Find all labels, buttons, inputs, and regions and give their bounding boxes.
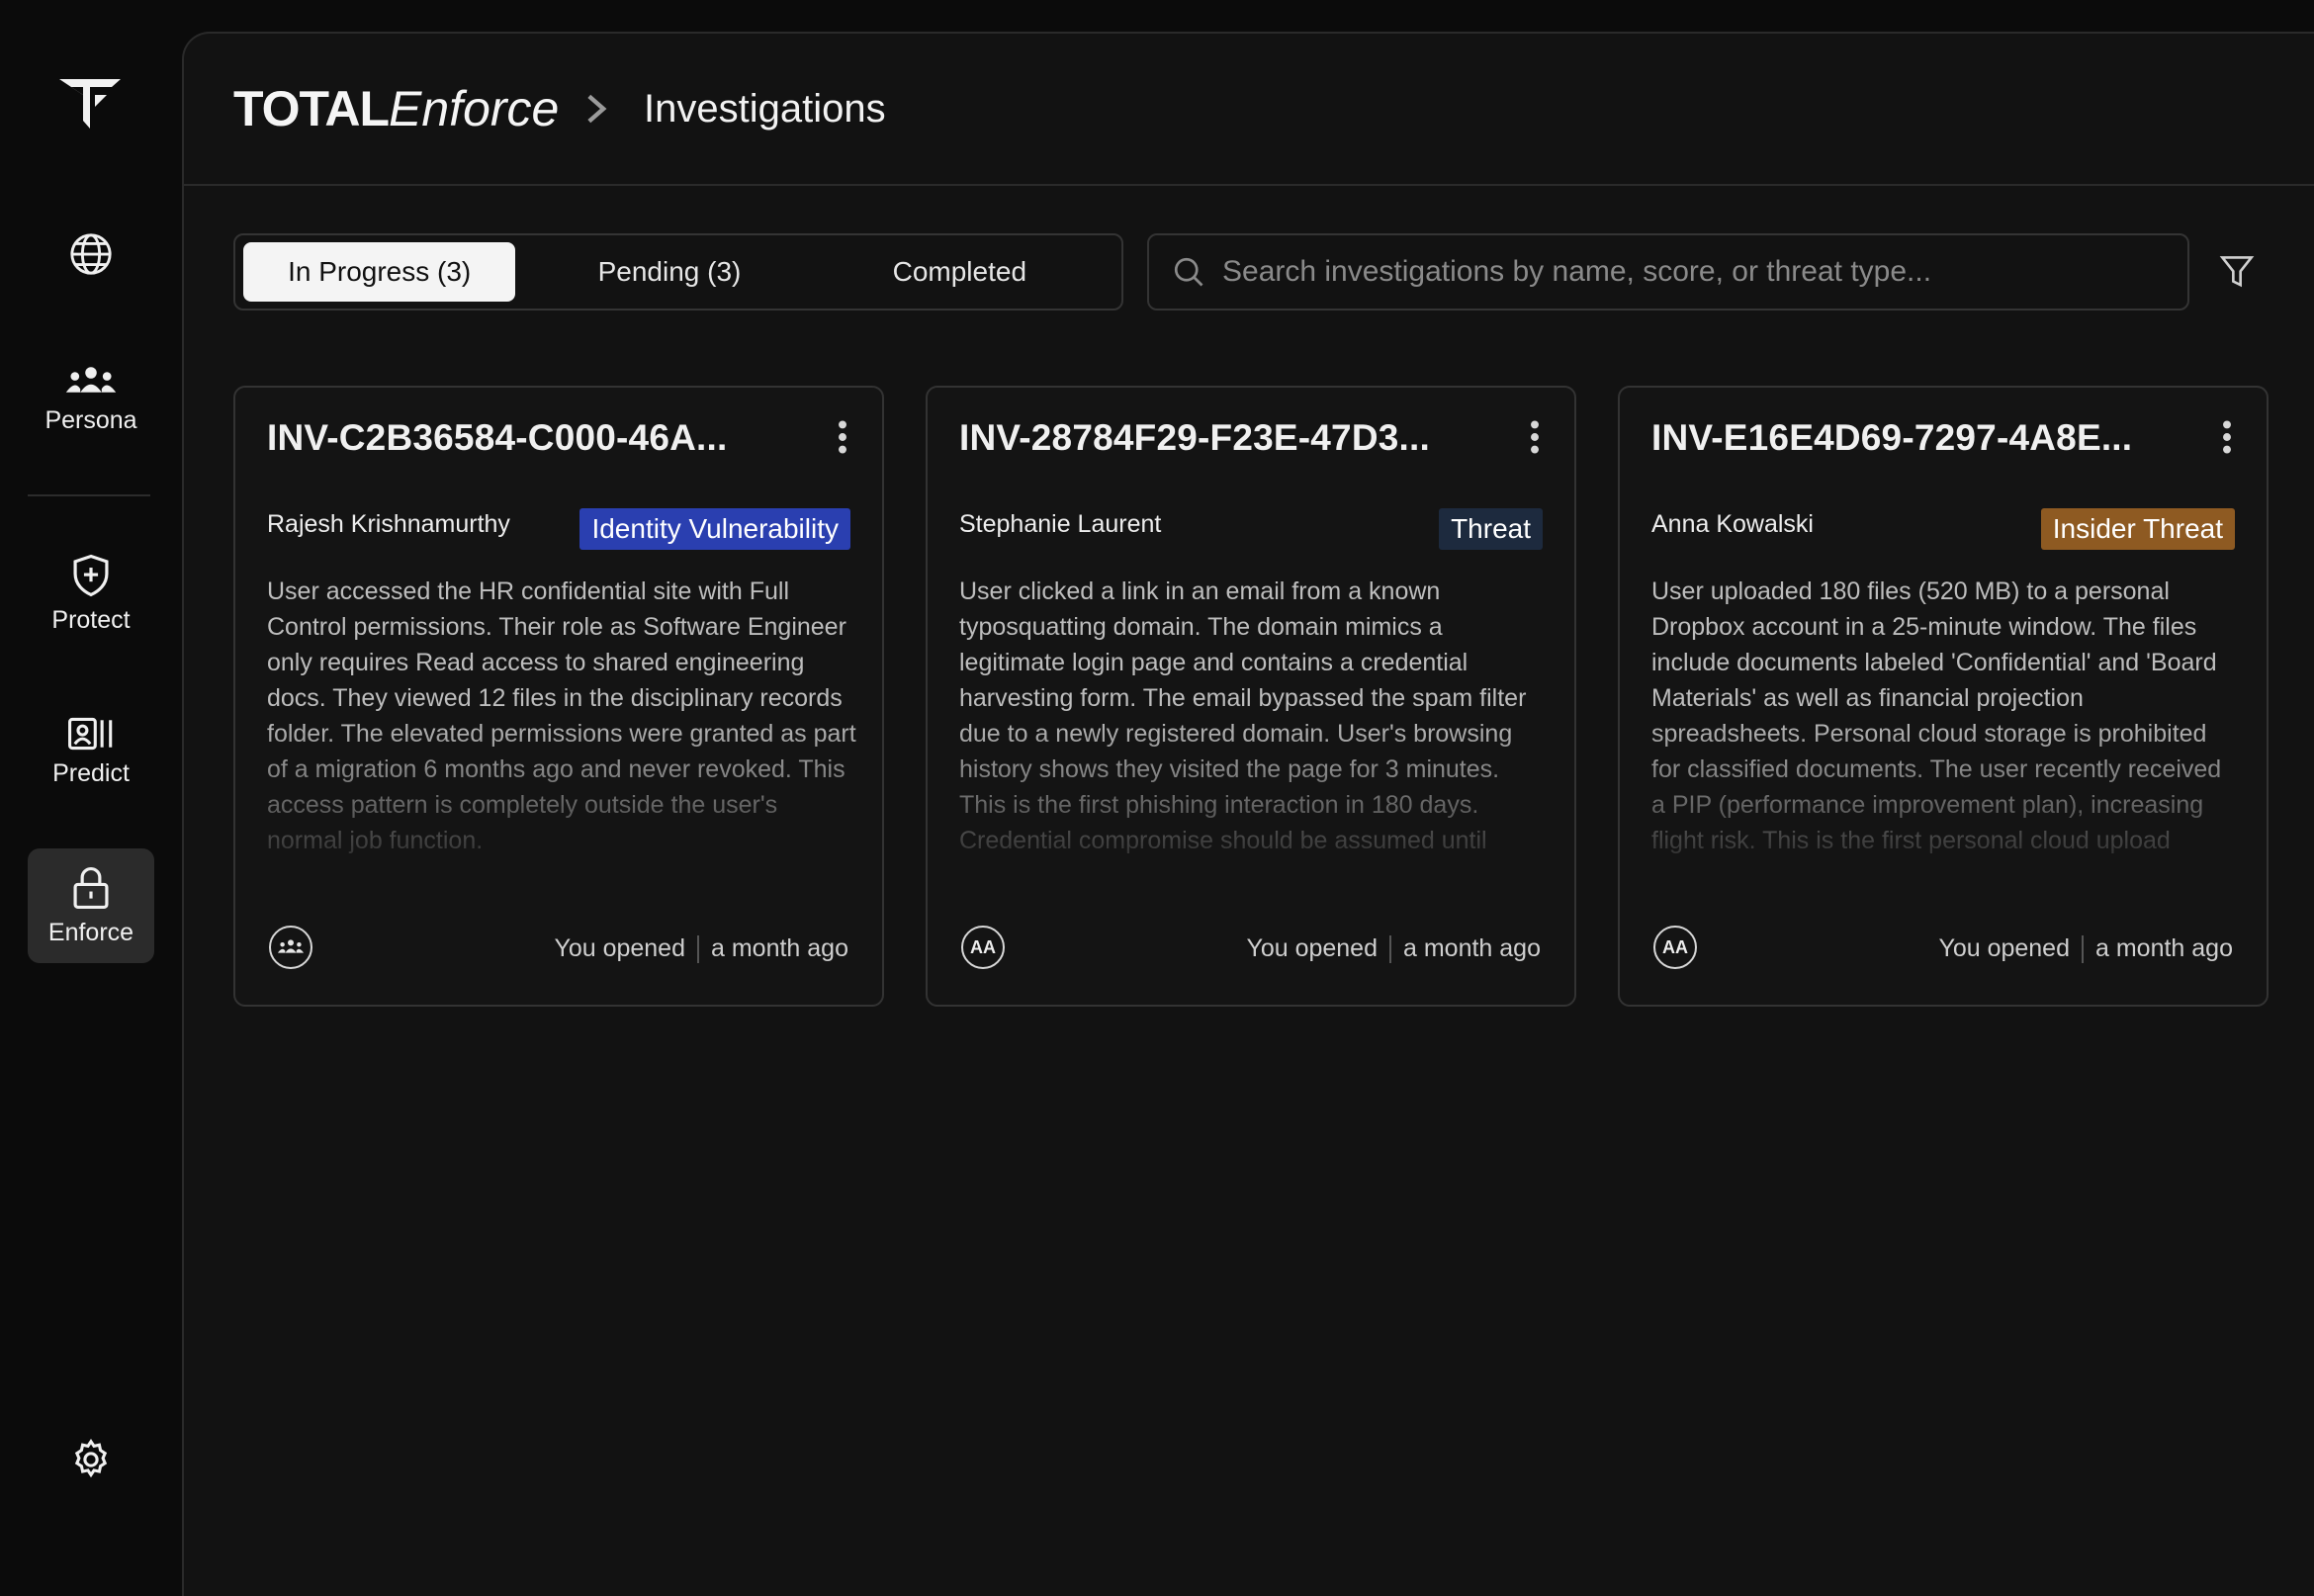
sidebar-divider	[28, 494, 150, 496]
threat-type-badge: Insider Threat	[2040, 508, 2235, 550]
header: TOTALEnforce Investigations	[184, 34, 2314, 186]
brand-title-bold: TOTAL	[233, 81, 390, 136]
sidebar-item-label: Enforce	[47, 918, 134, 946]
user-name: Rajesh Krishnamurthy	[267, 510, 510, 538]
id-badge-icon	[68, 717, 113, 750]
sidebar-item-protect[interactable]: Protect	[28, 546, 154, 641]
shield-plus-icon	[73, 554, 109, 596]
tab-pending[interactable]: Pending (3)	[533, 242, 805, 302]
investigation-id[interactable]: INV-C2B36584-C000-46A...	[267, 417, 727, 459]
search-icon	[1174, 257, 1203, 287]
brand-title[interactable]: TOTALEnforce	[233, 79, 559, 138]
opened-label: You opened	[1938, 934, 2070, 962]
investigation-description: User accessed the HR confidential site w…	[267, 577, 856, 854]
more-options-icon[interactable]	[1529, 419, 1541, 455]
investigation-description: User clicked a link in an email from a k…	[959, 577, 1527, 866]
more-options-icon[interactable]	[837, 419, 848, 455]
sidebar: Persona Protect Predict Enforce	[0, 0, 182, 1568]
sidebar-item-globe[interactable]	[28, 223, 154, 285]
sidebar-item-label: Predict	[52, 758, 130, 787]
opened-label: You opened	[554, 934, 685, 962]
search-input[interactable]	[1220, 254, 2187, 290]
investigation-description: User uploaded 180 files (520 MB) to a pe…	[1651, 577, 2222, 866]
sidebar-item-label: Protect	[51, 605, 131, 634]
opened-time: a month ago	[2095, 934, 2233, 962]
tab-in-progress[interactable]: In Progress (3)	[243, 242, 516, 302]
gear-icon	[74, 1439, 108, 1478]
filter-icon[interactable]	[2219, 253, 2255, 291]
main-panel: TOTALEnforce Investigations In Progress …	[182, 32, 2314, 1596]
card-meta: You opened a month ago	[1246, 934, 1541, 963]
status-tabs: In Progress (3) Pending (3) Completed	[233, 233, 1123, 310]
app-logo-icon[interactable]	[57, 75, 123, 133]
investigation-card[interactable]: INV-E16E4D69-7297-4A8E... Anna Kowalski …	[1618, 386, 2269, 1007]
user-name: Anna Kowalski	[1651, 510, 1814, 538]
avatar: AA	[1653, 926, 1697, 969]
chevron-right-icon	[587, 94, 607, 124]
user-name: Stephanie Laurent	[959, 510, 1162, 538]
tab-completed[interactable]: Completed	[824, 242, 1096, 302]
globe-icon	[70, 233, 112, 275]
avatar: AA	[961, 926, 1005, 969]
threat-type-badge: Identity Vulnerability	[579, 508, 850, 550]
brand-title-italic: Enforce	[389, 81, 560, 136]
lock-icon	[73, 866, 109, 909]
sidebar-item-enforce[interactable]: Enforce	[28, 848, 154, 963]
investigation-id[interactable]: INV-E16E4D69-7297-4A8E...	[1651, 417, 2132, 459]
meta-divider	[2082, 934, 2084, 963]
opened-time: a month ago	[1403, 934, 1541, 962]
more-options-icon[interactable]	[2221, 419, 2233, 455]
meta-divider	[1389, 934, 1391, 963]
page-title: Investigations	[644, 87, 886, 131]
opened-time: a month ago	[711, 934, 848, 962]
card-meta: You opened a month ago	[554, 934, 848, 963]
sidebar-item-persona[interactable]: Persona	[28, 352, 154, 447]
card-meta: You opened a month ago	[1938, 934, 2233, 963]
sidebar-item-predict[interactable]: Predict	[28, 704, 154, 799]
sidebar-item-label: Persona	[44, 405, 137, 434]
investigation-id[interactable]: INV-28784F29-F23E-47D3...	[959, 417, 1430, 459]
users-icon	[65, 366, 117, 393]
investigation-card[interactable]: INV-C2B36584-C000-46A... Rajesh Krishnam…	[233, 386, 884, 1007]
search-box	[1147, 233, 2189, 310]
users-icon	[277, 939, 305, 953]
opened-label: You opened	[1246, 934, 1378, 962]
settings-button[interactable]	[28, 1432, 154, 1487]
avatar	[269, 926, 312, 969]
threat-type-badge: Threat	[1439, 508, 1543, 550]
investigation-card[interactable]: INV-28784F29-F23E-47D3... Stephanie Laur…	[926, 386, 1576, 1007]
meta-divider	[697, 934, 699, 963]
